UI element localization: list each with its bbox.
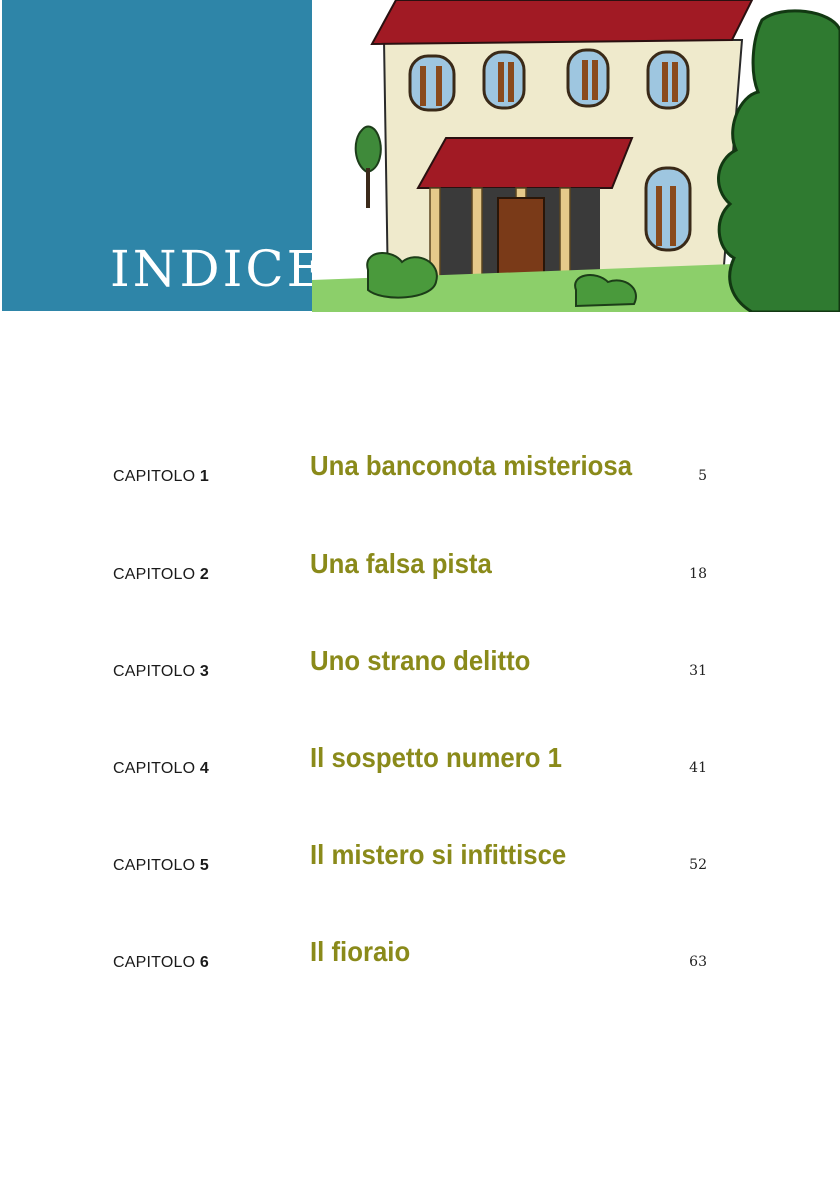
chapter-title: Una falsa pista <box>310 548 492 579</box>
page-number: 41 <box>689 760 707 776</box>
page-number: 5 <box>698 468 707 484</box>
toc-entry[interactable]: CAPITOLO 5 Il mistero si infittisce 52 <box>0 835 840 885</box>
toc-entry[interactable]: CAPITOLO 6 Il fioraio 63 <box>0 932 840 982</box>
page-number: 18 <box>689 566 707 582</box>
toc-entry[interactable]: CAPITOLO 4 Il sospetto numero 1 41 <box>0 738 840 788</box>
chapter-title: Il sospetto numero 1 <box>310 742 562 773</box>
chapter-label: CAPITOLO 4 <box>113 760 209 777</box>
chapter-label: CAPITOLO 6 <box>113 954 209 971</box>
toc-entry[interactable]: CAPITOLO 2 Una falsa pista 18 <box>0 544 840 594</box>
chapter-label: CAPITOLO 3 <box>113 663 209 680</box>
page-number: 63 <box>689 954 707 970</box>
chapter-title: Il fioraio <box>310 936 411 967</box>
chapter-label: CAPITOLO 5 <box>113 857 209 874</box>
chapter-title: Il mistero si infittisce <box>310 839 567 870</box>
toc-entry[interactable]: CAPITOLO 1 Una banconota misteriosa 5 <box>0 446 840 496</box>
chapter-title: Uno strano delitto <box>310 645 531 676</box>
page-number: 31 <box>689 663 707 679</box>
chapter-label: CAPITOLO 1 <box>113 468 209 485</box>
table-of-contents: CAPITOLO 1 Una banconota misteriosa 5 CA… <box>0 0 840 1200</box>
toc-entry[interactable]: CAPITOLO 3 Uno strano delitto 31 <box>0 641 840 691</box>
chapter-title: Una banconota misteriosa <box>310 450 633 481</box>
chapter-label: CAPITOLO 2 <box>113 566 209 583</box>
page-number: 52 <box>689 857 707 873</box>
